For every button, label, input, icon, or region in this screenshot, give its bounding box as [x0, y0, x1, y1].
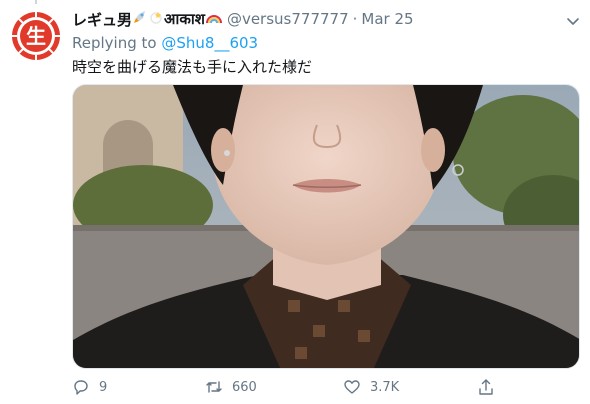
thread-line — [35, 0, 37, 4]
dizzy-emoji-icon — [149, 10, 163, 28]
avatar[interactable]: 生 — [11, 11, 61, 61]
retweet-count: 660 — [232, 379, 257, 395]
portrait-photo — [73, 85, 579, 368]
retweet-button[interactable]: 660 — [205, 378, 257, 396]
user-handle[interactable]: @versus777777 — [227, 10, 349, 28]
reply-button[interactable]: 9 — [72, 378, 107, 396]
share-button[interactable] — [477, 378, 495, 396]
separator-dot: · — [352, 10, 358, 28]
tweet-photo[interactable] — [72, 84, 580, 369]
avatar-glyph: 生 — [26, 24, 46, 48]
replying-to: Replying to @Shu8__603 — [72, 33, 580, 53]
display-name[interactable]: レギュ男 — [72, 9, 132, 30]
chevron-down-icon[interactable] — [566, 14, 580, 28]
reply-icon — [74, 380, 88, 395]
share-icon — [479, 379, 493, 395]
tweet-text: 時空を曲げる魔法も手に入れた様だ — [72, 58, 313, 76]
display-name-suffix[interactable]: आकाश — [164, 9, 205, 29]
tweet-header: レギュ男 आकाश @versus777777 · Mar 25 — [72, 8, 580, 30]
like-count: 3.7K — [370, 379, 400, 395]
rainbow-emoji-icon — [205, 10, 222, 28]
tweet-content: レギュ男 आकाश @versus777777 · Mar 25 Replyin… — [72, 8, 580, 77]
heart-icon — [344, 380, 360, 394]
rocket-emoji-icon — [133, 10, 147, 28]
replying-to-label: Replying to — [72, 34, 157, 52]
retweet-icon — [206, 381, 222, 393]
replying-to-mention[interactable]: @Shu8__603 — [161, 34, 258, 52]
avatar-logo-icon: 生 — [12, 12, 60, 60]
like-button[interactable]: 3.7K — [343, 378, 399, 396]
tweet-actions: 9 660 3.7K — [72, 378, 512, 400]
tweet-date[interactable]: Mar 25 — [361, 10, 413, 28]
reply-count: 9 — [99, 379, 108, 395]
